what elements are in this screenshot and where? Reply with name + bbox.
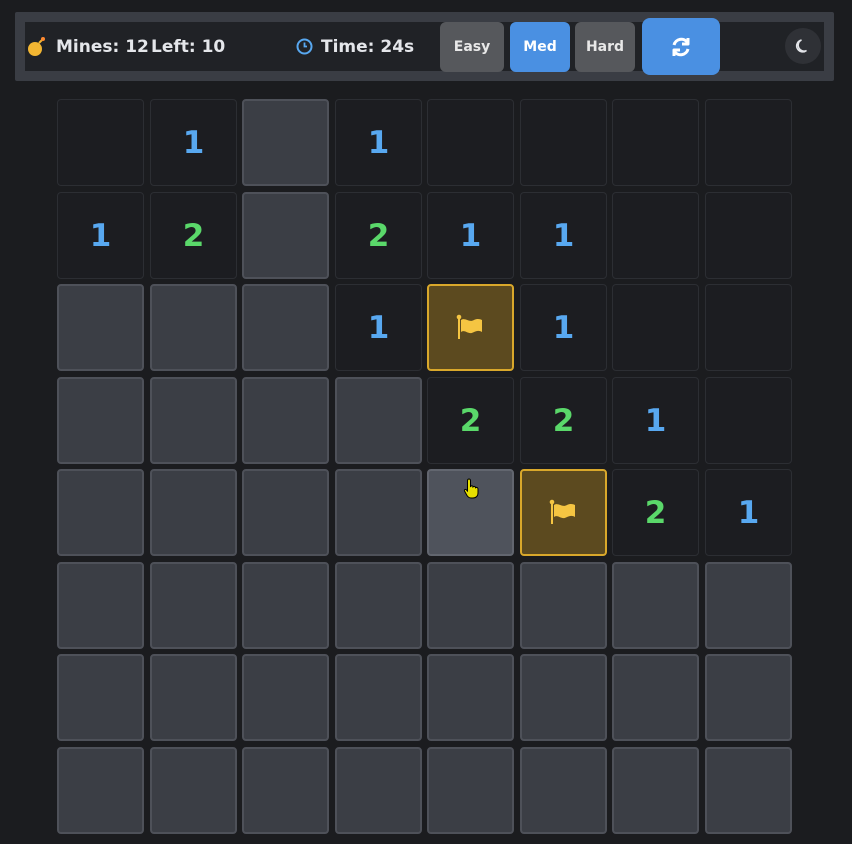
number-cell[interactable]: 1	[705, 469, 792, 556]
hidden-cell[interactable]	[335, 562, 422, 649]
timer: Time: 24s	[321, 36, 415, 57]
difficulty-easy-button[interactable]: Easy	[440, 22, 504, 72]
hidden-cell[interactable]	[57, 469, 144, 556]
hidden-cell[interactable]	[150, 377, 237, 464]
empty-cell[interactable]	[520, 99, 607, 186]
empty-cell[interactable]	[612, 284, 699, 371]
hidden-cell[interactable]	[612, 747, 699, 834]
flag-icon	[549, 499, 575, 524]
hidden-cell[interactable]	[242, 747, 329, 834]
number-cell[interactable]: 2	[150, 192, 237, 279]
hidden-cell[interactable]	[242, 654, 329, 741]
flagged-cell[interactable]	[427, 284, 514, 371]
hidden-cell[interactable]	[242, 562, 329, 649]
hidden-cell[interactable]	[242, 99, 329, 186]
difficulty-med-button[interactable]: Med	[510, 22, 570, 72]
number-cell[interactable]: 2	[427, 377, 514, 464]
cell-number: 1	[89, 217, 112, 254]
flag-icon	[456, 314, 482, 339]
hidden-cell[interactable]	[150, 469, 237, 556]
hidden-cell[interactable]	[335, 654, 422, 741]
number-cell[interactable]: 1	[427, 192, 514, 279]
hidden-cell[interactable]	[427, 654, 514, 741]
refresh-icon	[672, 37, 690, 56]
hidden-cell[interactable]	[150, 654, 237, 741]
hidden-cell[interactable]	[427, 747, 514, 834]
empty-cell[interactable]	[705, 192, 792, 279]
hidden-cell[interactable]	[242, 377, 329, 464]
number-cell[interactable]: 2	[520, 377, 607, 464]
cell-number: 1	[552, 217, 575, 254]
cell-number: 2	[552, 402, 575, 439]
cell-number: 1	[459, 217, 482, 254]
hidden-cell[interactable]	[57, 747, 144, 834]
hidden-cell[interactable]	[705, 654, 792, 741]
mines-left: Left: 10	[151, 36, 226, 57]
hidden-cell[interactable]	[150, 747, 237, 834]
hidden-cell[interactable]	[427, 562, 514, 649]
difficulty-hard-button[interactable]: Hard	[575, 22, 635, 72]
hidden-cell[interactable]	[57, 562, 144, 649]
empty-cell[interactable]	[705, 377, 792, 464]
bomb-icon	[28, 37, 45, 56]
cell-number: 1	[367, 124, 390, 161]
hidden-cell[interactable]	[520, 654, 607, 741]
hidden-cell[interactable]	[57, 654, 144, 741]
number-cell[interactable]: 1	[57, 192, 144, 279]
hidden-cell[interactable]	[520, 747, 607, 834]
cell-number: 1	[552, 309, 575, 346]
hidden-cell[interactable]	[705, 747, 792, 834]
hidden-cell[interactable]	[150, 284, 237, 371]
number-cell[interactable]: 1	[612, 377, 699, 464]
cell-number: 1	[644, 402, 667, 439]
empty-cell[interactable]	[427, 99, 514, 186]
empty-cell[interactable]	[612, 99, 699, 186]
empty-cell[interactable]	[705, 284, 792, 371]
hidden-cell[interactable]	[427, 469, 514, 556]
hidden-cell[interactable]	[150, 562, 237, 649]
hidden-cell[interactable]	[520, 562, 607, 649]
hidden-cell[interactable]	[705, 562, 792, 649]
empty-cell[interactable]	[612, 192, 699, 279]
hidden-cell[interactable]	[57, 284, 144, 371]
flagged-cell[interactable]	[520, 469, 607, 556]
cell-number: 2	[459, 402, 482, 439]
hidden-cell[interactable]	[57, 377, 144, 464]
reset-button[interactable]	[642, 18, 720, 75]
hidden-cell[interactable]	[242, 469, 329, 556]
cell-number: 1	[182, 124, 205, 161]
hidden-cell[interactable]	[335, 377, 422, 464]
number-cell[interactable]: 2	[335, 192, 422, 279]
hidden-cell[interactable]	[335, 747, 422, 834]
number-cell[interactable]: 2	[612, 469, 699, 556]
cell-number: 2	[182, 217, 205, 254]
hidden-cell[interactable]	[612, 654, 699, 741]
cell-number: 1	[737, 494, 760, 531]
cell-number: 2	[367, 217, 390, 254]
theme-toggle-button[interactable]	[785, 28, 821, 64]
mines-count: Mines: 12	[56, 36, 149, 57]
empty-cell[interactable]	[705, 99, 792, 186]
cell-number: 1	[367, 309, 390, 346]
number-cell[interactable]: 1	[335, 99, 422, 186]
clock-icon	[296, 38, 313, 55]
cell-number: 2	[644, 494, 667, 531]
hidden-cell[interactable]	[242, 192, 329, 279]
empty-cell[interactable]	[57, 99, 144, 186]
number-cell[interactable]: 1	[150, 99, 237, 186]
number-cell[interactable]: 1	[520, 192, 607, 279]
hidden-cell[interactable]	[242, 284, 329, 371]
hidden-cell[interactable]	[612, 562, 699, 649]
hidden-cell[interactable]	[335, 469, 422, 556]
number-cell[interactable]: 1	[335, 284, 422, 371]
number-cell[interactable]: 1	[520, 284, 607, 371]
moon-icon	[795, 39, 807, 53]
